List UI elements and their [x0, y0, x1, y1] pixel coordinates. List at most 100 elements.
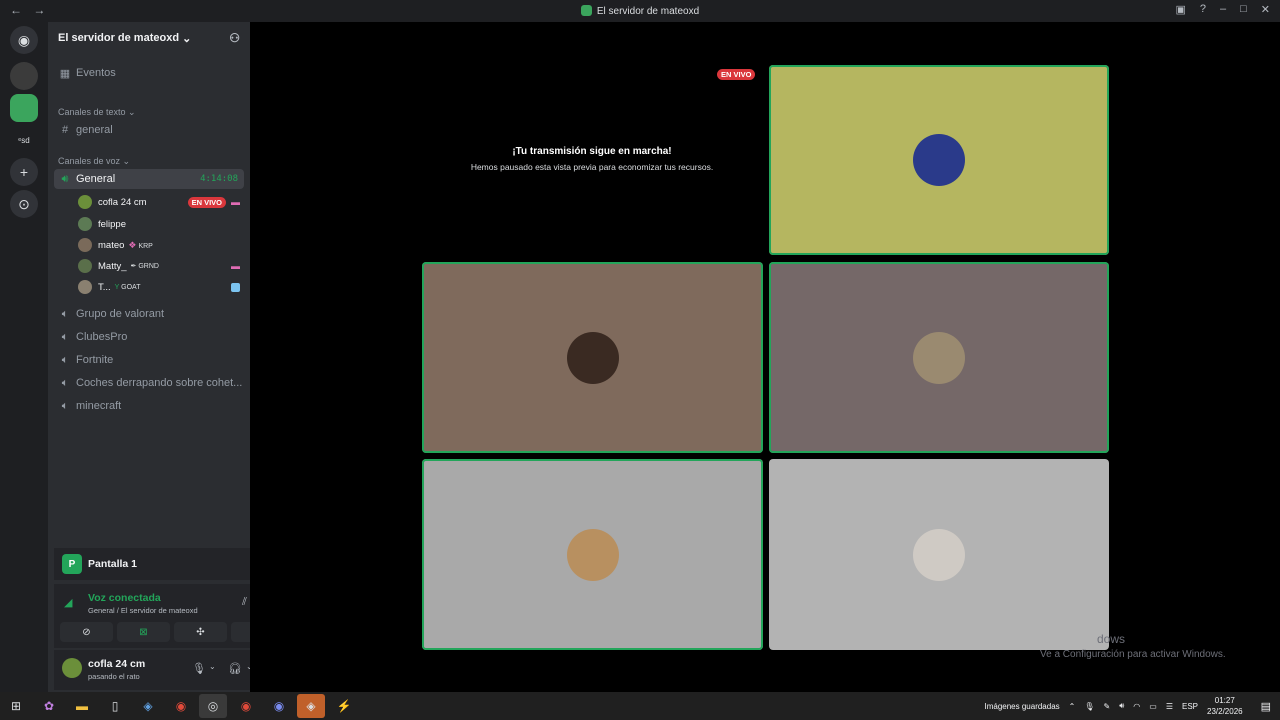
chevron-up-icon[interactable]: ⌃	[1069, 702, 1076, 711]
noise-suppression-icon[interactable]: ⫽	[242, 596, 247, 609]
events-label: Eventos	[76, 67, 116, 79]
help-icon[interactable]: ?	[1200, 3, 1206, 16]
mic-tray-icon[interactable]: 🎙︎	[1084, 702, 1094, 711]
channel-general-text[interactable]: # general	[54, 120, 244, 140]
channel-valorant[interactable]: 🔈︎ Grupo de valorant	[54, 304, 244, 324]
taskbar-app-steam[interactable]: ◈	[134, 694, 162, 718]
taskbar-app-discord[interactable]: ◉	[265, 694, 293, 718]
start-button[interactable]: ⊞	[2, 694, 30, 718]
server-icon-2[interactable]: ᵉsd	[10, 126, 38, 154]
screen-share-icon: ⊠	[139, 626, 148, 638]
server-icon-active[interactable]	[10, 94, 38, 122]
activity-icon: ▬	[231, 261, 240, 271]
invite-icon[interactable]: ⚇	[229, 31, 240, 45]
avatar	[78, 280, 92, 294]
member-cofla[interactable]: cofla 24 cm EN VIVO ▬	[78, 193, 244, 211]
taskbar-app-notepad[interactable]: ▯	[101, 694, 129, 718]
channel-general-voice[interactable]: 🔊︎ General 4:14:08	[54, 169, 244, 189]
camera-button[interactable]: ⊘	[60, 622, 113, 642]
activities-icon: ✣	[196, 626, 205, 638]
avatar	[78, 217, 92, 231]
member-felippe[interactable]: felippe	[78, 215, 244, 233]
member-t[interactable]: T... Y GOAT	[78, 278, 244, 296]
channel-clubespro[interactable]: 🔈︎ ClubesPro	[54, 327, 244, 347]
clock[interactable]: 01:27 23/2/2026	[1207, 695, 1252, 717]
screen-share-button[interactable]: ⊠	[117, 622, 170, 642]
participant-tile[interactable]	[769, 459, 1109, 650]
avatar	[78, 259, 92, 273]
voice-category[interactable]: Canales de voz ⌄	[58, 156, 130, 167]
headphones-icon[interactable]: 🎧︎	[228, 662, 242, 675]
windows-icon: ⊞	[10, 699, 22, 713]
saved-images-notice[interactable]: Imágenes guardadas	[984, 702, 1059, 711]
volume-icon[interactable]: 🔊︎	[1119, 701, 1124, 711]
channel-label: Fortnite	[76, 354, 114, 366]
document-icon: ▯	[111, 699, 119, 713]
user-name[interactable]: cofla 24 cm	[88, 658, 145, 670]
member-matty[interactable]: Matty_ ✒ GRND ▬	[78, 257, 244, 275]
call-timer: 4:14:08	[200, 174, 238, 184]
notifications-icon[interactable]: ▤	[1261, 700, 1271, 713]
close-button[interactable]: ✕	[1261, 3, 1270, 16]
voice-stage: EN VIVO ¡Tu transmisión sigue en marcha!…	[250, 22, 1280, 692]
avatar	[913, 331, 965, 384]
clan-tag-label: KRP	[138, 242, 153, 250]
stream-title: Pantalla 1	[88, 558, 138, 570]
wifi-icon[interactable]: ◠	[1133, 702, 1140, 711]
hash-icon: #	[61, 124, 69, 136]
taskbar-app-other[interactable]: ⚡	[330, 694, 358, 718]
server-icon-1[interactable]	[10, 62, 38, 90]
avatar	[913, 134, 965, 186]
microphone-icon[interactable]: 🎙︎	[192, 662, 206, 675]
server-header[interactable]: El servidor de mateoxd ⌄ ⚇	[48, 22, 250, 54]
channel-label: general	[76, 124, 113, 136]
taskbar-app-chrome-2[interactable]: ◉	[232, 694, 260, 718]
clock-date: 23/2/2026	[1207, 707, 1243, 716]
paused-subtitle: Hemos pausado esta vista previa para eco…	[470, 162, 714, 172]
avatar	[78, 195, 92, 209]
member-mateo[interactable]: mateo ❖ KRP	[78, 236, 244, 254]
calendar-icon: ▦	[59, 67, 71, 80]
participant-tile[interactable]	[422, 459, 763, 650]
activities-button[interactable]: ✣	[174, 622, 227, 642]
channel-fortnite[interactable]: 🔈︎ Fortnite	[54, 350, 244, 370]
taskbar-app-explorer[interactable]: ▬	[68, 694, 96, 718]
member-name: T...	[98, 281, 111, 293]
user-status: pasando el rato	[88, 672, 140, 681]
inbox-icon[interactable]: ▣	[1175, 3, 1185, 16]
participant-tile[interactable]	[422, 262, 763, 453]
system-tray: Imágenes guardadas ⌃ 🎙︎ ✎ 🔊︎ ◠ ▭ ☰ ESP 0…	[984, 692, 1280, 720]
maximize-button[interactable]: □	[1240, 3, 1247, 16]
speaker-icon: 🔈︎	[61, 307, 69, 320]
tag-icon: ❖	[128, 239, 137, 250]
explore-icon[interactable]: ⊙	[10, 190, 38, 218]
member-name: Matty_	[98, 260, 127, 272]
minimize-button[interactable]: –	[1220, 3, 1226, 16]
taskbar-app-copilot[interactable]: ✿	[35, 694, 63, 718]
copilot-icon: ✿	[43, 699, 55, 713]
events-item[interactable]: ▦ Eventos	[54, 63, 244, 83]
channel-coches[interactable]: 🔈︎ Coches derrapando sobre cohet...	[54, 373, 244, 393]
chevron-down-icon[interactable]: ⌄	[209, 662, 216, 671]
clan-tag-label: GRND	[138, 263, 159, 270]
participant-tile[interactable]	[769, 65, 1109, 255]
avatar[interactable]	[62, 658, 82, 678]
discord-home-icon[interactable]: ◉	[10, 26, 38, 54]
channel-minecraft[interactable]: 🔈︎ minecraft	[54, 396, 244, 416]
pen-icon[interactable]: ✎	[1104, 702, 1111, 711]
steam-icon: ◈	[143, 699, 153, 713]
network-icon[interactable]: ☰	[1166, 702, 1173, 711]
language-indicator[interactable]: ESP	[1182, 702, 1198, 711]
taskbar-app-chrome[interactable]: ◉	[167, 694, 195, 718]
taskbar-app-steam-2[interactable]: ◈	[297, 694, 325, 718]
voice-status[interactable]: Voz conectada	[88, 592, 161, 604]
server-name: El servidor de mateoxd	[58, 32, 180, 44]
text-category[interactable]: Canales de texto ⌄	[58, 107, 136, 118]
taskbar: ⊞ ✿ ▬ ▯ ◈ ◉ ◎ ◉ ◉ ◈ ⚡ Imágenes guardadas…	[0, 692, 1280, 720]
voice-location[interactable]: General / El servidor de mateoxd	[88, 606, 198, 615]
battery-icon[interactable]: ▭	[1149, 702, 1157, 711]
add-server-icon[interactable]: +	[10, 158, 38, 186]
stream-paused-notice[interactable]: ¡Tu transmisión sigue en marcha! Hemos p…	[422, 146, 762, 172]
participant-tile[interactable]	[769, 262, 1109, 453]
taskbar-app-obs[interactable]: ◎	[199, 694, 227, 718]
